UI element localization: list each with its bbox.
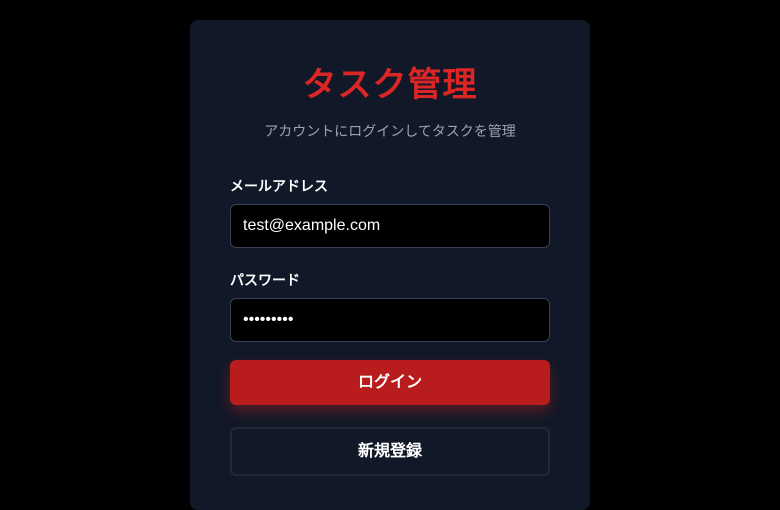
email-label: メールアドレス: [230, 178, 328, 194]
app-title: タスク管理: [302, 66, 478, 104]
login-subtitle: アカウントにログインしてタスクを管理: [264, 123, 516, 139]
password-label: パスワード: [230, 272, 300, 288]
login-button[interactable]: ログイン: [230, 360, 550, 405]
password-field[interactable]: •••••••••: [230, 298, 550, 342]
email-field[interactable]: [230, 204, 550, 248]
register-button[interactable]: 新規登録: [230, 427, 550, 476]
login-card: タスク管理 アカウントにログインしてタスクを管理 メールアドレス パスワード •…: [190, 20, 590, 510]
